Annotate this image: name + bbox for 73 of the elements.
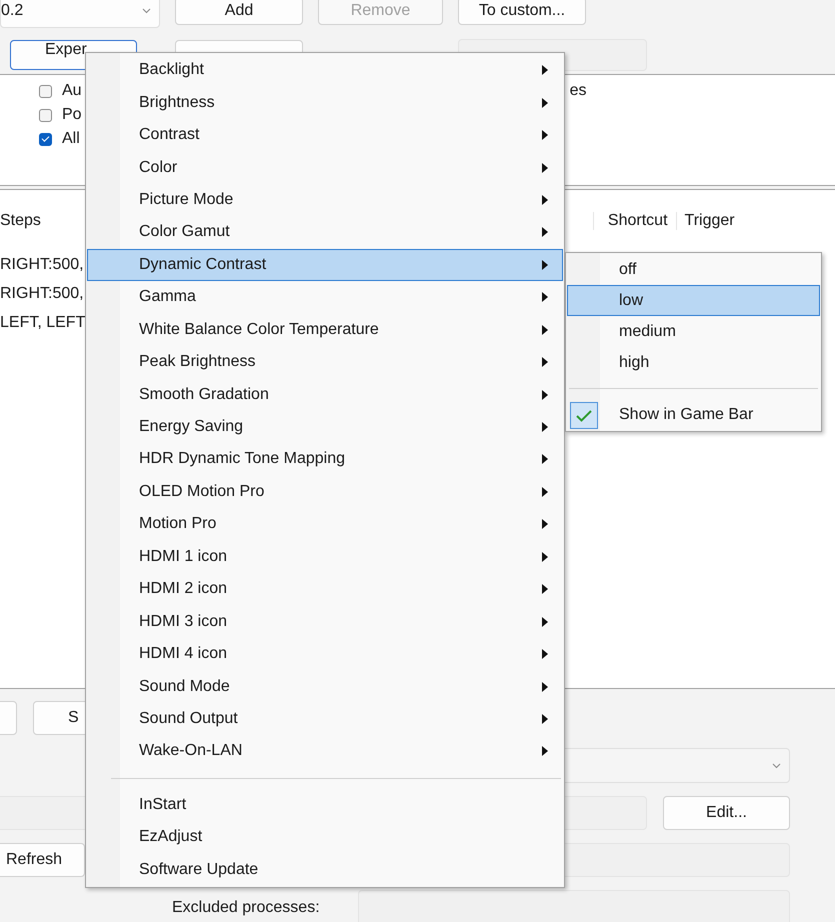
menu-item[interactable]: Energy Saving <box>87 410 563 444</box>
menu-item[interactable]: Sound Output <box>87 702 563 736</box>
menu-item[interactable]: Smooth Gradation <box>87 378 563 411</box>
menu-item[interactable]: HDMI 1 icon <box>87 540 563 573</box>
submenu-arrow-icon <box>542 616 548 627</box>
checkbox[interactable] <box>39 132 52 146</box>
menu-item[interactable]: InStart <box>87 788 563 822</box>
menu-item[interactable]: Color Gamut <box>87 216 563 249</box>
preset-combo[interactable]: 0.2 <box>0 0 160 28</box>
menu-item[interactable]: Contrast <box>87 118 563 152</box>
checkbox-label: All <box>62 130 80 148</box>
menu-item[interactable]: Dynamic Contrast <box>87 248 563 282</box>
submenu-arrow-icon <box>542 746 548 756</box>
refresh-button[interactable]: Refresh <box>0 843 85 877</box>
checkbox[interactable] <box>39 84 52 98</box>
menu-item[interactable]: medium <box>567 316 820 348</box>
submenu-arrow-icon <box>542 682 548 692</box>
submenu-arrow-icon <box>542 486 548 497</box>
checkbox-label: es <box>570 82 586 100</box>
checkbox-label: Po <box>62 106 82 124</box>
submenu-arrow-icon <box>542 584 548 594</box>
menu-item[interactable]: Motion Pro <box>87 508 563 541</box>
menu-item[interactable]: HDR Dynamic Tone Mapping <box>87 443 563 476</box>
menu-item[interactable]: Show in Game Bar <box>567 399 820 430</box>
checkbox-label: Au <box>62 82 82 100</box>
field-label: Excluded processes: <box>172 899 321 917</box>
submenu-arrow-icon <box>542 227 548 238</box>
chevron-down-icon <box>772 762 781 768</box>
column-header[interactable]: Trigger <box>676 212 743 230</box>
submenu-arrow-icon <box>542 552 548 562</box>
menu-item[interactable]: Sound Mode <box>87 670 563 703</box>
submenu-arrow-icon <box>542 390 548 400</box>
submenu-arrow-icon <box>542 714 548 724</box>
menu-item[interactable]: high <box>567 347 820 378</box>
column-header[interactable]: Shortcut <box>592 212 676 230</box>
menu-item[interactable]: Brightness <box>87 86 563 119</box>
menu-item[interactable]: HDMI 4 icon <box>87 638 563 670</box>
submenu-arrow-icon <box>542 357 548 368</box>
chevron-down-icon <box>142 8 151 14</box>
edit-button[interactable]: Edit... <box>663 796 790 830</box>
table-cell-text: RIGHT:500, <box>0 284 84 304</box>
submenu-arrow-icon <box>542 260 548 270</box>
submenu-arrow-icon <box>542 519 548 530</box>
toolbar-button[interactable]: To custom... <box>458 0 586 25</box>
menu-item[interactable]: Wake-On-LAN <box>87 735 563 768</box>
submenu-arrow-icon <box>542 324 548 335</box>
menu-item[interactable]: HDMI 2 icon <box>87 573 563 606</box>
menu-item[interactable]: low <box>567 285 820 316</box>
table-cell-text: LEFT, LEFT, <box>0 312 88 332</box>
column-header[interactable]: Steps <box>0 212 49 230</box>
checkbox[interactable] <box>39 108 52 122</box>
menu-item[interactable]: HDMI 3 icon <box>87 605 563 638</box>
menu-item[interactable]: Color <box>87 151 563 184</box>
submenu-arrow-icon <box>542 130 548 140</box>
menu-item[interactable]: OLED Motion Pro <box>87 476 563 508</box>
submenu-arrow-icon <box>542 194 548 205</box>
toolbar-button[interactable]: Add <box>175 0 303 25</box>
excluded-processes-field[interactable] <box>358 890 790 922</box>
submenu-arrow-icon <box>542 649 548 660</box>
menu-item[interactable]: EzAdjust <box>87 821 563 854</box>
menu-item[interactable]: White Balance Color Temperature <box>87 314 563 346</box>
submenu-arrow-icon <box>542 162 548 173</box>
menu-item[interactable]: Software Update <box>87 853 563 886</box>
menu-item[interactable]: Peak Brightness <box>87 346 563 378</box>
menu-item[interactable]: off <box>567 254 820 286</box>
table-cell-text: RIGHT:500, <box>0 254 84 274</box>
submenu-arrow-icon <box>542 98 548 108</box>
submenu-arrow-icon <box>542 454 548 464</box>
submenu-arrow-icon <box>542 422 548 432</box>
menu-item[interactable]: Gamma <box>87 281 563 314</box>
submenu-arrow-icon <box>542 65 548 76</box>
submenu-arrow-icon <box>542 292 548 302</box>
menu-item[interactable]: Picture Mode <box>87 184 563 216</box>
